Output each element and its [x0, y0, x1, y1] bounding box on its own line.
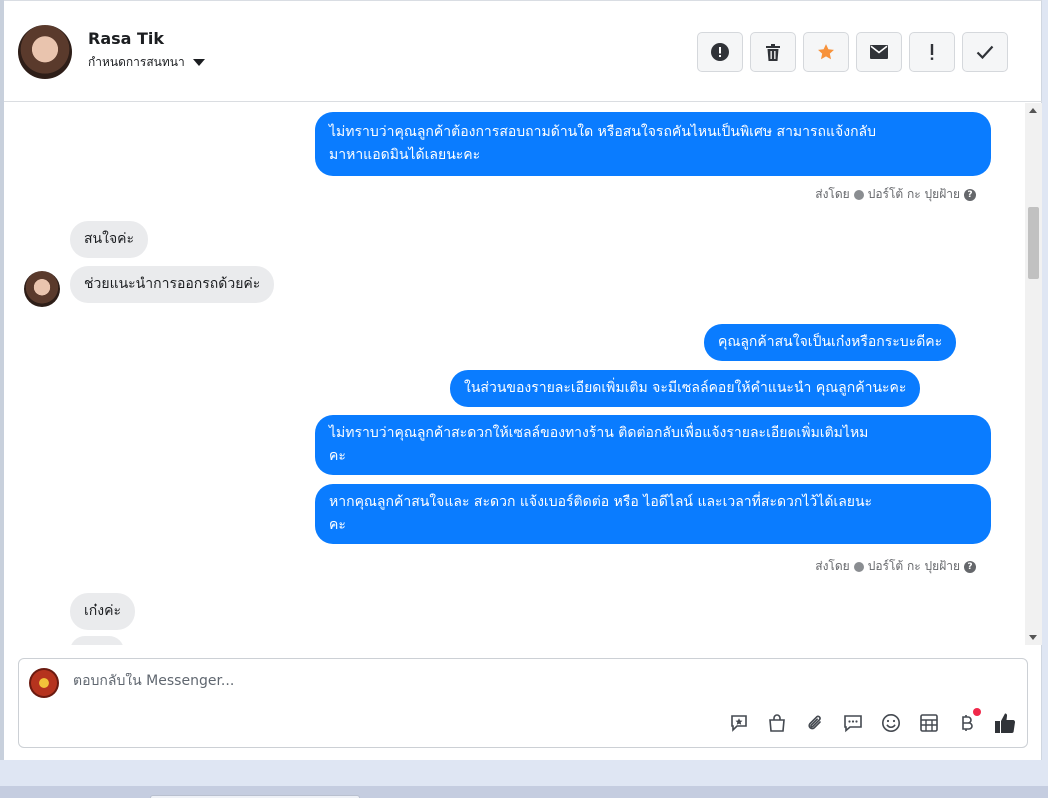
- sent-by-info: ส่งโดย ปอร์โต้ กะ ปุยฝ้าย ?: [815, 185, 976, 204]
- contact-avatar-small: [24, 271, 60, 307]
- attach-button[interactable]: [803, 711, 827, 735]
- incoming-message[interactable]: ช่วยแนะนำการออกรถด้วยค่ะ: [70, 266, 275, 303]
- sent-by-info: ส่งโดย ปอร์โต้ กะ ปุยฝ้าย ?: [815, 557, 976, 576]
- checkmark-icon: [976, 45, 994, 59]
- shopping-bag-icon: [769, 714, 785, 732]
- reply-input[interactable]: [73, 673, 573, 689]
- incoming-message-partial: [70, 636, 124, 645]
- trash-icon: [766, 43, 780, 61]
- caret-down-icon: [192, 59, 205, 66]
- schedule-label: กำหนดการสนทนา: [88, 55, 185, 69]
- star-icon: [818, 44, 834, 60]
- notification-dot: [973, 708, 981, 716]
- page-avatar: [29, 668, 59, 698]
- outgoing-message[interactable]: หากคุณลูกค้าสนใจและ สะดวก แจ้งเบอร์ติดต่…: [315, 484, 991, 544]
- help-icon[interactable]: ?: [964, 560, 976, 573]
- conversation-header: Rasa Tik กำหนดการสนทนา: [4, 1, 1042, 102]
- outgoing-message[interactable]: ไม่ทราบว่าคุณลูกค้าสะดวกให้เซลล์ของทางร้…: [315, 415, 991, 475]
- quick-reply-button[interactable]: [841, 711, 865, 735]
- star-button[interactable]: [803, 32, 849, 72]
- message-thread: ไม่ทราบว่าคุณลูกค้าต้องการสอบถามด้านใด ห…: [4, 103, 1024, 645]
- appointment-button[interactable]: [917, 711, 941, 735]
- mark-unread-button[interactable]: [856, 32, 902, 72]
- composer-tools: [727, 708, 1017, 735]
- header-toolbar: [697, 32, 1008, 72]
- baht-icon: [962, 715, 973, 731]
- conversation-schedule-dropdown[interactable]: กำหนดการสนทนา: [88, 53, 205, 72]
- scroll-up-arrow-icon[interactable]: [1029, 108, 1037, 113]
- page-badge-icon: [853, 561, 864, 572]
- envelope-icon: [870, 45, 888, 59]
- thumbs-up-icon: [995, 713, 1016, 733]
- scroll-thumb[interactable]: [1028, 207, 1039, 279]
- mark-spam-button[interactable]: [909, 32, 955, 72]
- outgoing-message[interactable]: คุณลูกค้าสนใจเป็นเก๋งหรือกระบะดีคะ: [704, 324, 957, 361]
- conversation-window: Rasa Tik กำหนดการสนทนา ไม่ทราบว่าคุณลูกค…: [4, 0, 1042, 760]
- report-button[interactable]: [697, 32, 743, 72]
- outgoing-message[interactable]: ไม่ทราบว่าคุณลูกค้าต้องการสอบถามด้านใด ห…: [315, 112, 991, 176]
- smiley-icon: [882, 714, 900, 732]
- saved-reply-icon: [731, 715, 747, 732]
- paperclip-icon: [808, 715, 821, 730]
- incoming-message[interactable]: เก๋งค่ะ: [70, 593, 135, 630]
- sender-name: ปอร์โต้ กะ ปุยฝ้าย: [867, 559, 960, 573]
- like-button[interactable]: [993, 711, 1017, 735]
- incoming-message[interactable]: สนใจค่ะ: [70, 221, 149, 258]
- page-badge-icon: [853, 189, 864, 200]
- emoji-button[interactable]: [879, 711, 903, 735]
- help-icon[interactable]: ?: [964, 188, 976, 201]
- exclamation-icon: [930, 44, 934, 60]
- scroll-down-arrow-icon[interactable]: [1029, 635, 1037, 640]
- delete-button[interactable]: [750, 32, 796, 72]
- chat-scrollbar[interactable]: [1025, 103, 1042, 645]
- sent-by-label: ส่งโดย: [815, 559, 850, 573]
- contact-name[interactable]: Rasa Tik: [88, 29, 164, 48]
- chat-bubble-icon: [844, 715, 862, 733]
- contact-avatar[interactable]: [18, 25, 72, 79]
- reply-composer: [18, 658, 1028, 748]
- outgoing-message[interactable]: ในส่วนของรายละเอียดเพิ่มเติม จะมีเซลล์คอ…: [450, 370, 921, 407]
- sender-name: ปอร์โต้ กะ ปุยฝ้าย: [867, 187, 960, 201]
- payment-button[interactable]: [955, 708, 981, 735]
- mark-done-button[interactable]: [962, 32, 1008, 72]
- shop-button[interactable]: [765, 711, 789, 735]
- sent-by-label: ส่งโดย: [815, 187, 850, 201]
- table-grid-icon: [920, 714, 938, 732]
- saved-reply-button[interactable]: [727, 711, 751, 735]
- alert-circle-icon: [711, 43, 729, 61]
